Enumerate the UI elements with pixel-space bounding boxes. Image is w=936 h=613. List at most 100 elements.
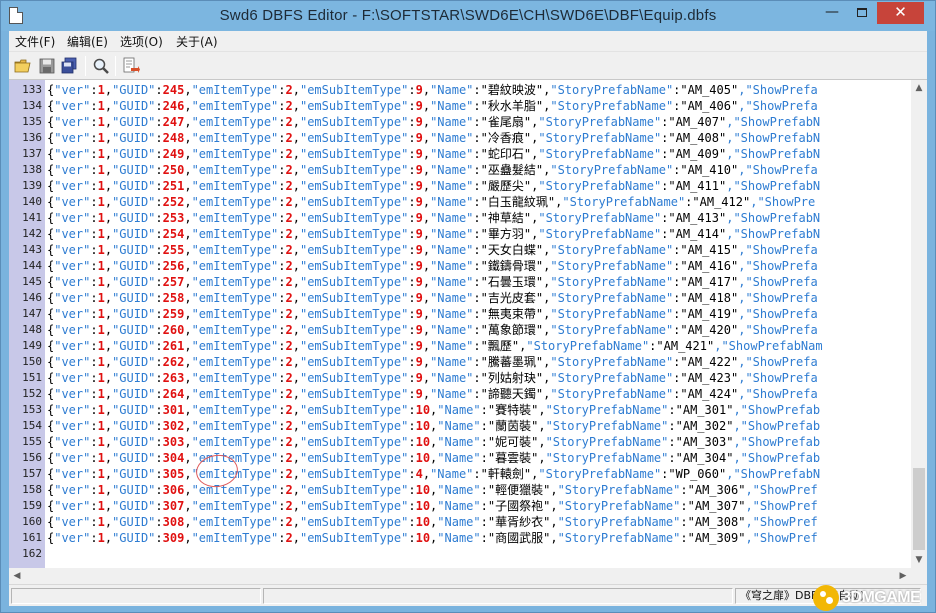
syntax-token: : [90,243,98,257]
editor-line[interactable]: 140 {"ver":1,"GUID":252,"emItemType":2,"e… [9,194,911,210]
scroll-right-icon[interactable]: ▶ [895,568,911,584]
field-guid: 308 [162,515,185,529]
editor-line[interactable]: 148 {"ver":1,"GUID":260,"emItemType":2,"e… [9,322,911,338]
field-tail: ,"ShowPrefab [733,451,821,465]
syntax-token: 1 [97,371,105,385]
menu-edit[interactable]: 编辑(E) [67,33,108,50]
field-name: 暮雲裝 [495,451,532,465]
editor-line[interactable]: 158 {"ver":1,"GUID":306,"emItemType":2,"e… [9,482,911,498]
menu-options[interactable]: 选项(O) [120,33,163,50]
field-sub: 9 [415,355,423,369]
syntax-token: "StoryPrefabName" [550,163,674,177]
line-code: {"ver":1,"GUID":252,"emItemType":2,"emSu… [47,194,815,210]
syntax-token: "StoryPrefabName" [545,451,669,465]
editor-line[interactable]: 155 {"ver":1,"GUID":303,"emItemType":2,"e… [9,434,911,450]
editor-text-area[interactable]: 133 {"ver":1,"GUID":245,"emItemType":2,"e… [9,82,911,566]
find-icon[interactable] [91,56,111,76]
editor-line[interactable]: 152 {"ver":1,"GUID":264,"emItemType":2,"e… [9,386,911,402]
scroll-left-icon[interactable]: ◀ [9,568,25,584]
syntax-token: : [155,259,163,273]
syntax-token: : [90,211,98,225]
editor-line[interactable]: 147 {"ver":1,"GUID":259,"emItemType":2,"e… [9,306,911,322]
title-bar[interactable]: Swd6 DBFS Editor - F:\SOFTSTAR\SWD6E\CH\… [1,1,935,31]
editor-line[interactable]: 162 [9,546,911,562]
field-sub: 10 [415,531,431,545]
minimize-button[interactable]: — [817,2,847,24]
maximize-button[interactable] [847,2,877,24]
editor-line[interactable]: 135 {"ver":1,"GUID":247,"emItemType":2,"e… [9,114,911,130]
syntax-token: : [278,259,286,273]
syntax-token: ", [523,227,539,241]
field-sub: 4 [415,467,423,481]
open-folder-icon[interactable] [13,56,33,76]
editor-line[interactable]: 150 {"ver":1,"GUID":262,"emItemType":2,"e… [9,354,911,370]
syntax-token: "GUID" [112,131,156,145]
code-editor[interactable]: 133 {"ver":1,"GUID":245,"emItemType":2,"e… [9,80,927,568]
line-number: 159 [22,499,42,512]
vertical-scroll-thumb[interactable] [913,468,925,550]
editor-line[interactable]: 160 {"ver":1,"GUID":308,"emItemType":2,"e… [9,514,911,530]
scrollbar-corner [911,568,927,584]
syntax-token: "emSubItemType" [299,243,409,257]
menu-file[interactable]: 文件(F) [15,33,55,50]
editor-line[interactable]: 157 {"ver":1,"GUID":305,"emItemType":2,"e… [9,466,911,482]
editor-line[interactable]: 154 {"ver":1,"GUID":302,"emItemType":2,"e… [9,418,911,434]
syntax-token: "StoryPrefabName" [526,339,650,353]
editor-line[interactable]: 145 {"ver":1,"GUID":257,"emItemType":2,"e… [9,274,911,290]
editor-line[interactable]: 144 {"ver":1,"GUID":256,"emItemType":2,"e… [9,258,911,274]
syntax-token: "StoryPrefabName" [545,419,669,433]
syntax-token: "Name" [430,259,474,273]
menu-about[interactable]: 关于(A) [176,33,218,50]
save-all-icon[interactable] [59,56,79,76]
syntax-token: "emItemType" [191,99,279,113]
vertical-scrollbar[interactable]: ▲ ▼ [911,80,927,568]
field-tail: ,"ShowPrefa [738,323,818,337]
export-icon[interactable] [121,56,141,76]
syntax-token: "GUID" [112,323,156,337]
editor-line[interactable]: 133 {"ver":1,"GUID":245,"emItemType":2,"e… [9,82,911,98]
editor-line[interactable]: 134 {"ver":1,"GUID":246,"emItemType":2,"e… [9,98,911,114]
save-icon[interactable] [37,56,57,76]
editor-line[interactable]: 153 {"ver":1,"GUID":301,"emItemType":2,"e… [9,402,911,418]
syntax-token: "GUID" [112,515,156,529]
close-button[interactable]: ✕ [877,2,924,24]
syntax-token: 2 [285,419,293,433]
syntax-token: "emSubItemType" [299,211,409,225]
editor-line[interactable]: 142 {"ver":1,"GUID":254,"emItemType":2,"e… [9,226,911,242]
syntax-token: "Name" [437,531,481,545]
editor-line[interactable]: 137 {"ver":1,"GUID":249,"emItemType":2,"e… [9,146,911,162]
editor-line[interactable]: 159 {"ver":1,"GUID":307,"emItemType":2,"e… [9,498,911,514]
syntax-token: : [408,99,416,113]
editor-line[interactable]: 138 {"ver":1,"GUID":250,"emItemType":2,"e… [9,162,911,178]
scroll-down-icon[interactable]: ▼ [911,552,927,568]
editor-line[interactable]: 161 {"ver":1,"GUID":309,"emItemType":2,"e… [9,530,911,546]
editor-line[interactable]: 151 {"ver":1,"GUID":263,"emItemType":2,"e… [9,370,911,386]
editor-line[interactable]: 146 {"ver":1,"GUID":258,"emItemType":2,"e… [9,290,911,306]
syntax-token: : [155,99,163,113]
syntax-token: : [408,323,416,337]
scroll-up-icon[interactable]: ▲ [911,80,927,96]
syntax-token: 2 [285,131,293,145]
horizontal-scrollbar[interactable]: ◀ ▶ [9,568,911,584]
syntax-token: : [408,499,416,513]
line-number: 147 [22,307,42,320]
syntax-token: "ver" [54,371,91,385]
editor-line[interactable]: 149 {"ver":1,"GUID":261,"emItemType":2,"e… [9,338,911,354]
editor-line[interactable]: 141 {"ver":1,"GUID":253,"emItemType":2,"e… [9,210,911,226]
editor-line[interactable]: 156 {"ver":1,"GUID":304,"emItemType":2,"e… [9,450,911,466]
syntax-token: "GUID" [112,419,156,433]
syntax-token: : [155,211,163,225]
syntax-token: : [278,179,286,193]
syntax-token: "Name" [430,467,474,481]
syntax-token: , [292,307,300,321]
editor-line[interactable]: 136 {"ver":1,"GUID":248,"emItemType":2,"e… [9,130,911,146]
syntax-token: : [90,115,98,129]
syntax-token: "StoryPrefabName" [550,371,674,385]
field-prefab: AM_308 [694,515,739,529]
editor-line[interactable]: 139 {"ver":1,"GUID":251,"emItemType":2,"e… [9,178,911,194]
syntax-token: "GUID" [112,371,156,385]
syntax-token: :" [673,275,688,289]
syntax-token: :" [473,83,488,97]
editor-line[interactable]: 143 {"ver":1,"GUID":255,"emItemType":2,"e… [9,242,911,258]
line-number: 142 [22,227,42,240]
